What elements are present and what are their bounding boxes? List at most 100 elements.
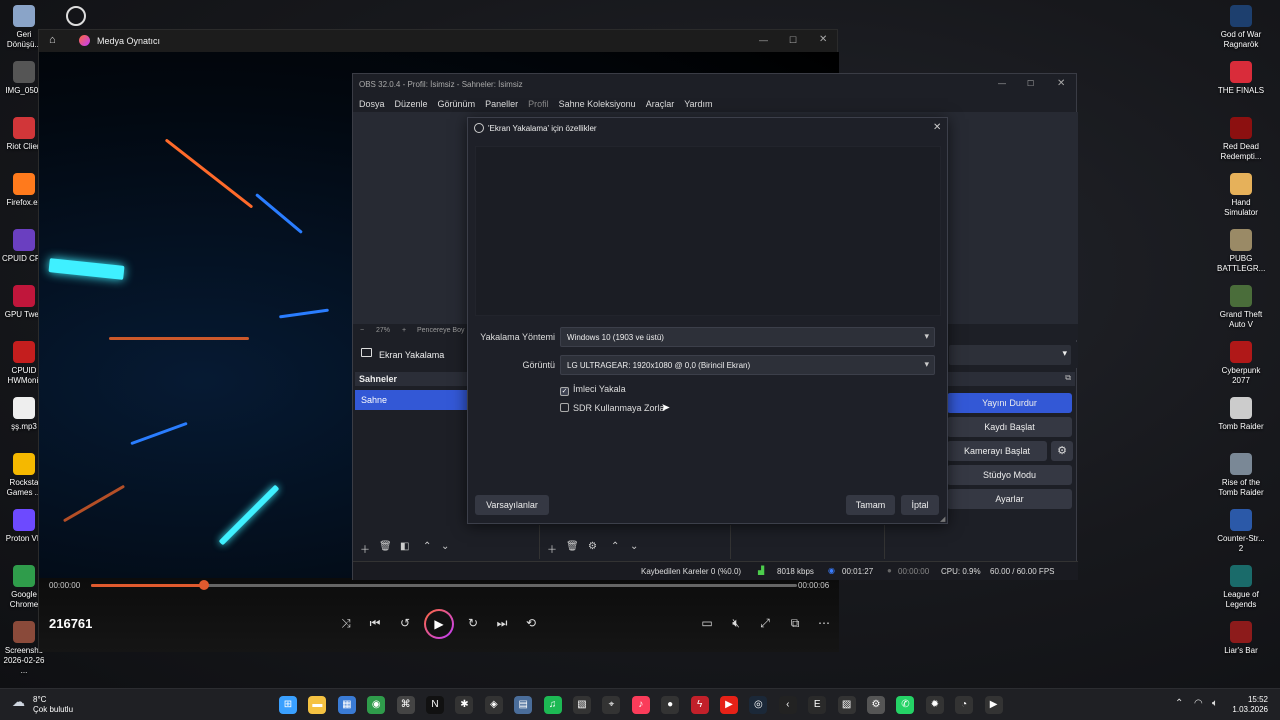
- weather-widget[interactable]: ☁ 8°C Çok bulutlu: [12, 695, 73, 715]
- shuffle-icon[interactable]: ⤨: [336, 613, 356, 633]
- play-button[interactable]: ▶: [424, 609, 454, 639]
- fullscreen-icon[interactable]: ⤢: [755, 613, 775, 633]
- app-icon[interactable]: ⌖: [602, 696, 621, 714]
- maximize-icon[interactable]: ☐: [1027, 79, 1034, 88]
- start-record-button[interactable]: Kaydı Başlat: [947, 417, 1072, 437]
- app-icon[interactable]: ϟ: [690, 696, 709, 714]
- close-icon[interactable]: ✕: [1057, 78, 1065, 89]
- mute-icon[interactable]: 🔇︎: [726, 613, 746, 633]
- app-icon[interactable]: ▨: [837, 696, 856, 714]
- chatgpt-icon[interactable]: ⌘: [396, 696, 415, 714]
- desktop-icon[interactable]: Counter-Str... 2: [1217, 509, 1265, 554]
- menu-item[interactable]: Paneller: [485, 96, 518, 112]
- store-icon[interactable]: ▦: [337, 696, 356, 714]
- fit-to-window[interactable]: Pencereye Boy: [417, 327, 464, 334]
- seek-thumb[interactable]: [198, 580, 209, 590]
- menu-item[interactable]: Sahne Koleksiyonu: [559, 96, 636, 112]
- spotify-icon[interactable]: ♫: [543, 696, 562, 714]
- file-explorer-icon[interactable]: ▬: [308, 696, 327, 714]
- desktop-icon[interactable]: Cyberpunk 2077: [1217, 341, 1265, 386]
- home-icon[interactable]: ⌂: [49, 34, 56, 46]
- filter-icon[interactable]: ◧: [400, 541, 409, 552]
- capture-cursor-checkbox[interactable]: ✓ İmleci Yakala: [560, 384, 626, 396]
- minimize-icon[interactable]: —: [759, 35, 768, 45]
- desktop-icon[interactable]: Grand Theft Auto V: [1217, 285, 1265, 330]
- obs-icon[interactable]: ◔: [955, 696, 974, 714]
- cancel-button[interactable]: İptal: [901, 495, 939, 515]
- defaults-button[interactable]: Varsayılanlar: [475, 495, 549, 515]
- move-up-icon[interactable]: ⌃: [611, 541, 619, 552]
- virtual-camera-settings-button[interactable]: ⚙: [1051, 441, 1073, 461]
- menu-item[interactable]: Yardım: [684, 96, 712, 112]
- desktop-icon[interactable]: League of Legends: [1217, 565, 1265, 610]
- mini-player-icon[interactable]: ⧉: [785, 613, 805, 633]
- close-icon[interactable]: ✕: [933, 122, 941, 133]
- clock[interactable]: 15:52 1.03.2026: [1232, 695, 1268, 715]
- undock-icon[interactable]: ⧉: [1065, 373, 1071, 383]
- desktop-icon[interactable]: PUBG BATTLEGR...: [1217, 229, 1265, 274]
- move-up-icon[interactable]: ⌃: [423, 541, 431, 552]
- settings-button[interactable]: Ayarlar: [947, 489, 1072, 509]
- settings-icon[interactable]: ⚙: [867, 696, 885, 714]
- whatsapp-icon[interactable]: ✆: [896, 696, 915, 714]
- music-icon[interactable]: ♪: [631, 696, 650, 714]
- desktop-icon[interactable]: Hand Simulator: [1217, 173, 1265, 218]
- desktop-icon[interactable]: Tomb Raider: [1217, 397, 1265, 432]
- close-icon[interactable]: ✕: [819, 34, 827, 45]
- app-icon[interactable]: ●: [661, 696, 680, 714]
- windows-start-icon[interactable]: ⊞: [279, 696, 297, 714]
- youtube-icon[interactable]: ▶: [720, 696, 738, 714]
- wifi-icon[interactable]: ◠: [1194, 698, 1203, 709]
- app-icon[interactable]: ‹: [778, 696, 797, 714]
- move-down-icon[interactable]: ⌄: [630, 541, 638, 552]
- app-icon[interactable]: ◈: [484, 696, 503, 714]
- method-select[interactable]: Windows 10 (1903 ve üstü) ▾: [560, 327, 935, 347]
- menu-item[interactable]: Görünüm: [438, 96, 476, 112]
- menu-item[interactable]: Araçlar: [646, 96, 675, 112]
- app-icon[interactable]: ✱: [455, 696, 474, 714]
- resize-grip-icon[interactable]: ◢: [940, 515, 945, 523]
- rewind-10-icon[interactable]: ↺: [395, 613, 415, 633]
- more-icon[interactable]: ⋯: [814, 613, 834, 633]
- force-sdr-checkbox[interactable]: SDR Kullanmaya Zorla: [560, 403, 665, 413]
- ok-button[interactable]: Tamam: [846, 495, 895, 515]
- stop-stream-button[interactable]: Yayını Durdur: [947, 393, 1072, 413]
- settings-desktop-icon[interactable]: [66, 6, 86, 26]
- display-select[interactable]: LG ULTRAGEAR: 1920x1080 @ 0,0 (Birincil …: [560, 355, 935, 375]
- menu-item[interactable]: Profil: [528, 96, 549, 112]
- start-virtual-camera-button[interactable]: Kamerayı Başlat: [947, 441, 1047, 461]
- previous-icon[interactable]: ⏮: [365, 613, 385, 633]
- remove-scene-icon[interactable]: 🗑︎: [379, 541, 392, 552]
- desktop-icon[interactable]: THE FINALS: [1217, 61, 1265, 96]
- minimize-icon[interactable]: —: [998, 79, 1006, 88]
- source-properties-icon[interactable]: ⚙: [588, 541, 597, 552]
- app-icon[interactable]: ✹: [925, 696, 944, 714]
- studio-mode-button[interactable]: Stüdyo Modu: [947, 465, 1072, 485]
- chrome-icon[interactable]: ◉: [367, 696, 386, 714]
- repeat-icon[interactable]: ⟲: [521, 613, 541, 633]
- source-name[interactable]: Ekran Yakalama: [379, 350, 444, 360]
- next-icon[interactable]: ⏭: [492, 613, 512, 633]
- chevron-up-icon[interactable]: ⌃: [1175, 698, 1183, 709]
- maximize-icon[interactable]: ☐: [789, 35, 797, 46]
- app-icon[interactable]: ▤: [514, 696, 533, 714]
- volume-icon[interactable]: 🔈︎: [1212, 698, 1218, 709]
- remove-source-icon[interactable]: 🗑︎: [566, 541, 579, 552]
- desktop-icon[interactable]: Red Dead Redempti...: [1217, 117, 1265, 162]
- menu-item[interactable]: Düzenle: [395, 96, 428, 112]
- zoom-out-icon[interactable]: −: [360, 327, 364, 334]
- app-icon[interactable]: ▧: [573, 696, 591, 714]
- steam-icon[interactable]: ◎: [749, 696, 768, 714]
- desktop-icon[interactable]: Liar's Bar: [1217, 621, 1265, 656]
- seek-bar[interactable]: [91, 580, 797, 590]
- subtitles-icon[interactable]: ▭: [697, 613, 717, 633]
- add-source-icon[interactable]: ＋: [547, 541, 557, 556]
- zoom-in-icon[interactable]: +: [402, 327, 406, 334]
- menu-item[interactable]: Dosya: [359, 96, 385, 112]
- source-dropdown[interactable]: ▾: [949, 345, 1071, 365]
- properties-dialog[interactable]: 'Ekran Yakalama' için özellikler ✕ Yakal…: [467, 117, 948, 524]
- media-player-icon[interactable]: ▶: [984, 696, 1003, 714]
- move-down-icon[interactable]: ⌄: [441, 541, 449, 552]
- desktop-icon[interactable]: God of War Ragnarök: [1217, 5, 1265, 50]
- desktop-icon[interactable]: Rise of the Tomb Raider: [1217, 453, 1265, 498]
